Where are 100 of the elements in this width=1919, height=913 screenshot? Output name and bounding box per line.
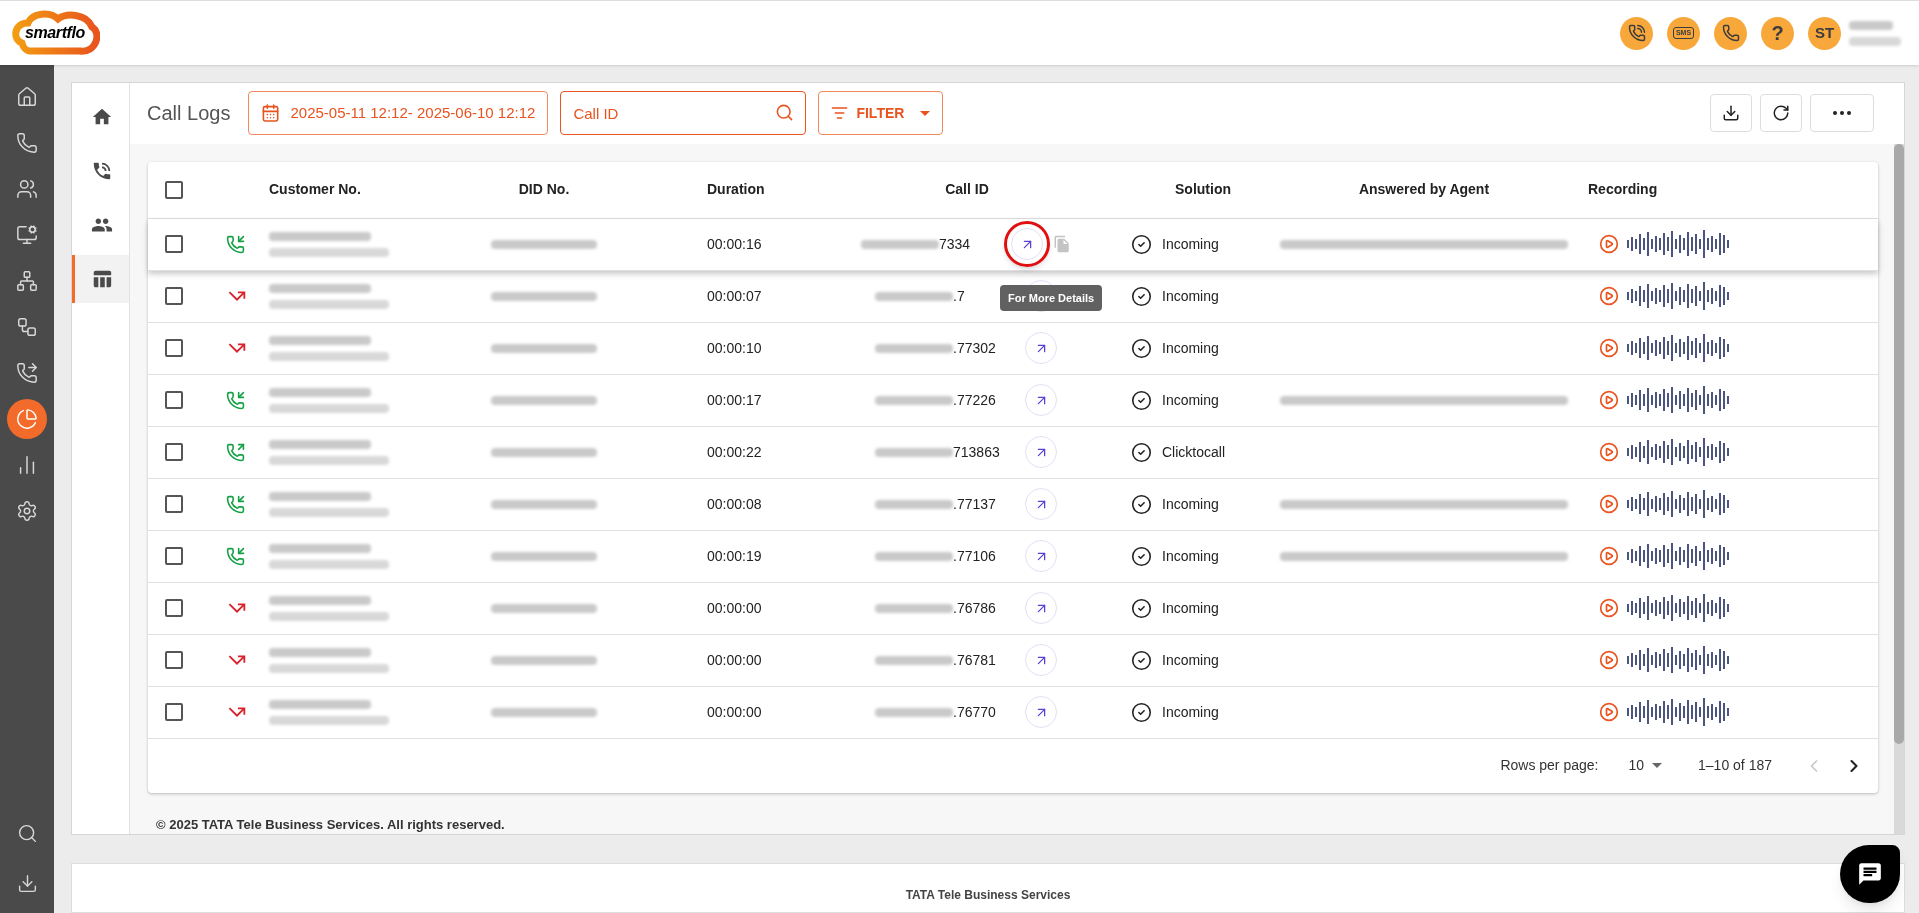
settings-icon [16,500,38,522]
row-checkbox[interactable] [165,495,183,513]
play-icon[interactable] [1599,494,1619,514]
check-circle-icon [1131,441,1152,463]
check-circle-icon [1131,701,1152,723]
chat-button[interactable] [1840,845,1900,903]
calendar-icon [261,103,281,124]
duration-text: 00:00:19 [707,547,762,564]
solution-text: Incoming [1162,546,1219,566]
table-row[interactable]: 00:00:08 .77137 Incoming [148,478,1878,531]
call-id-text: .76786 [953,598,996,618]
table-row[interactable]: 00:00:19 .77106 Incoming [148,530,1878,583]
table-row[interactable]: 00:00:00 .76770 Incoming [148,686,1878,739]
column-header: Customer No. [269,181,361,197]
solution-text: Clicktocall [1162,442,1225,462]
waveform-icon [1627,437,1731,467]
subnav-item[interactable] [72,255,129,303]
row-checkbox[interactable] [165,235,183,253]
select-all-checkbox[interactable] [165,180,183,199]
rows-per-page-select[interactable]: 10 [1628,755,1663,776]
column-header: Recording [1588,181,1658,197]
duration-text: 00:00:22 [707,443,762,460]
rows-per-page-label: Rows per page: [1500,756,1599,775]
solution-text: Incoming [1162,494,1219,514]
call-id-text: .7 [953,286,965,306]
row-checkbox[interactable] [165,703,183,721]
play-icon[interactable] [1599,650,1619,670]
table-row[interactable]: 00:00:00 .76781 Incoming [148,634,1878,687]
call-id-text: .77226 [953,390,996,410]
download-button[interactable] [1710,94,1752,133]
tooltip: For More Details [1000,284,1103,311]
check-circle-icon [1131,545,1152,567]
table-row[interactable]: 00:00:22 713863 Clicktocall [148,426,1878,479]
user-avatar[interactable]: ST [1808,16,1841,50]
waveform-icon [1627,645,1731,675]
caret-icon [1652,763,1663,768]
refresh-button[interactable] [1760,94,1802,133]
waveform-icon [1627,281,1731,311]
play-icon[interactable] [1599,234,1619,254]
play-icon[interactable] [1599,442,1619,462]
phone-icon [1721,24,1740,42]
logo-text: smartflo [25,23,85,43]
play-icon[interactable] [1599,546,1619,566]
call-id-search-field[interactable]: Call ID [560,91,807,136]
refresh-icon [1772,104,1790,123]
waveform-icon [1627,697,1731,727]
check-circle-icon [1131,285,1152,307]
monitor-gear-icon [16,224,38,246]
call-id-text: .77106 [953,546,996,566]
users-icon [16,178,38,200]
pie-chart-icon [16,408,38,430]
play-icon[interactable] [1599,286,1619,306]
waveform-icon [1627,385,1731,415]
duration-text: 00:00:08 [707,495,762,512]
call-id-text: .77137 [953,494,996,514]
waveform-icon [1627,541,1731,571]
table-row[interactable]: 00:00:17 .77226 Incoming [148,374,1878,427]
column-header: Duration [707,181,765,197]
check-circle-icon [1131,233,1152,255]
row-checkbox[interactable] [165,287,183,305]
help-button[interactable]: ? [1761,16,1794,50]
page-range: 1–10 of 187 [1698,756,1772,775]
play-icon[interactable] [1599,598,1619,618]
row-checkbox[interactable] [165,339,183,357]
check-circle-icon [1131,597,1152,619]
caret-icon [920,110,931,116]
duration-text: 00:00:16 [707,235,762,252]
call-button[interactable] [1620,16,1653,50]
download-icon [16,872,38,894]
play-icon[interactable] [1599,702,1619,722]
table-row[interactable]: 00:00:16 7334 Incoming [148,218,1878,271]
table-row[interactable]: 00:00:00 .76786 Incoming [148,582,1878,635]
phone-call-icon [1627,24,1646,42]
column-header: DID No. [518,181,570,197]
date-range-picker[interactable]: 2025-05-11 12:12- 2025-06-10 12:12 [248,91,549,136]
network-icon [16,270,38,292]
copyright-text: © 2025 TATA Tele Business Services. All rights reserved. [155,815,506,834]
row-checkbox[interactable] [165,547,183,565]
call-history-button[interactable] [1714,16,1747,50]
filter-button[interactable]: FILTER [818,91,944,136]
details-button[interactable] [1011,228,1043,260]
row-checkbox[interactable] [165,651,183,669]
solution-text: Incoming [1162,598,1219,618]
sidebar-item[interactable] [7,399,47,439]
play-icon[interactable] [1599,390,1619,410]
row-checkbox[interactable] [165,391,183,409]
workflow-icon [16,316,38,338]
duration-text: 00:00:17 [707,391,762,408]
row-checkbox[interactable] [165,443,183,461]
phone-transfer-icon [16,362,38,384]
check-circle-icon [1131,337,1152,359]
row-checkbox[interactable] [165,599,183,617]
call-id-text: .77302 [953,338,996,358]
duration-text: 00:00:10 [707,339,762,356]
check-circle-icon [1131,649,1152,671]
phone-call-icon [91,160,113,182]
table-row[interactable]: 00:00:10 .77302 Incoming [148,322,1878,375]
download-icon [1722,104,1740,123]
scrollbar[interactable] [1894,143,1904,834]
play-icon[interactable] [1599,338,1619,358]
